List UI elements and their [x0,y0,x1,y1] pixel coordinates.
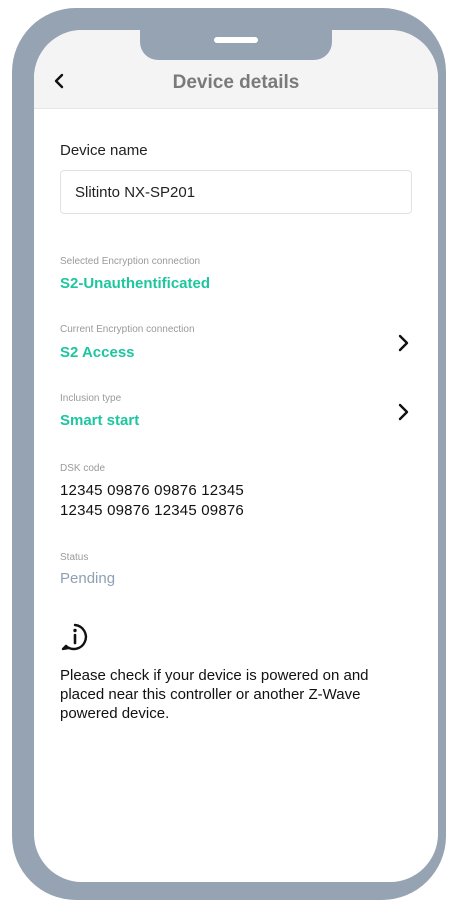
dsk-code-line-1: 12345 09876 09876 12345 [60,482,244,499]
dsk-code-line-2: 12345 09876 12345 09876 [60,502,244,519]
current-encryption-label: Current Encryption connection [60,324,195,335]
inclusion-type-label: Inclusion type [60,393,122,404]
inclusion-type-row[interactable]: Inclusion type Smart start [54,389,418,439]
status-label: Status [60,552,89,563]
dsk-code-label: DSK code [60,463,106,474]
device-name-label: Device name [60,142,148,159]
chevron-right-icon[interactable] [396,401,412,423]
phone-speaker [214,37,258,43]
current-encryption-row[interactable]: Current Encryption connection S2 Access [54,320,418,370]
selected-encryption-label: Selected Encryption connection [60,256,201,267]
page-title: Device details [172,72,300,93]
current-encryption-value: S2 Access [60,344,135,361]
inclusion-type-value: Smart start [60,412,140,429]
status-value: Pending [60,570,116,587]
device-name-input[interactable] [60,170,412,214]
app-screen: Device details Device name Selected Encr… [34,30,438,882]
chevron-right-icon[interactable] [396,332,412,354]
selected-encryption-value: S2-Unauthentificated [60,275,211,292]
info-icon [61,623,88,651]
info-message: Please check if your device is powered o… [60,667,369,722]
